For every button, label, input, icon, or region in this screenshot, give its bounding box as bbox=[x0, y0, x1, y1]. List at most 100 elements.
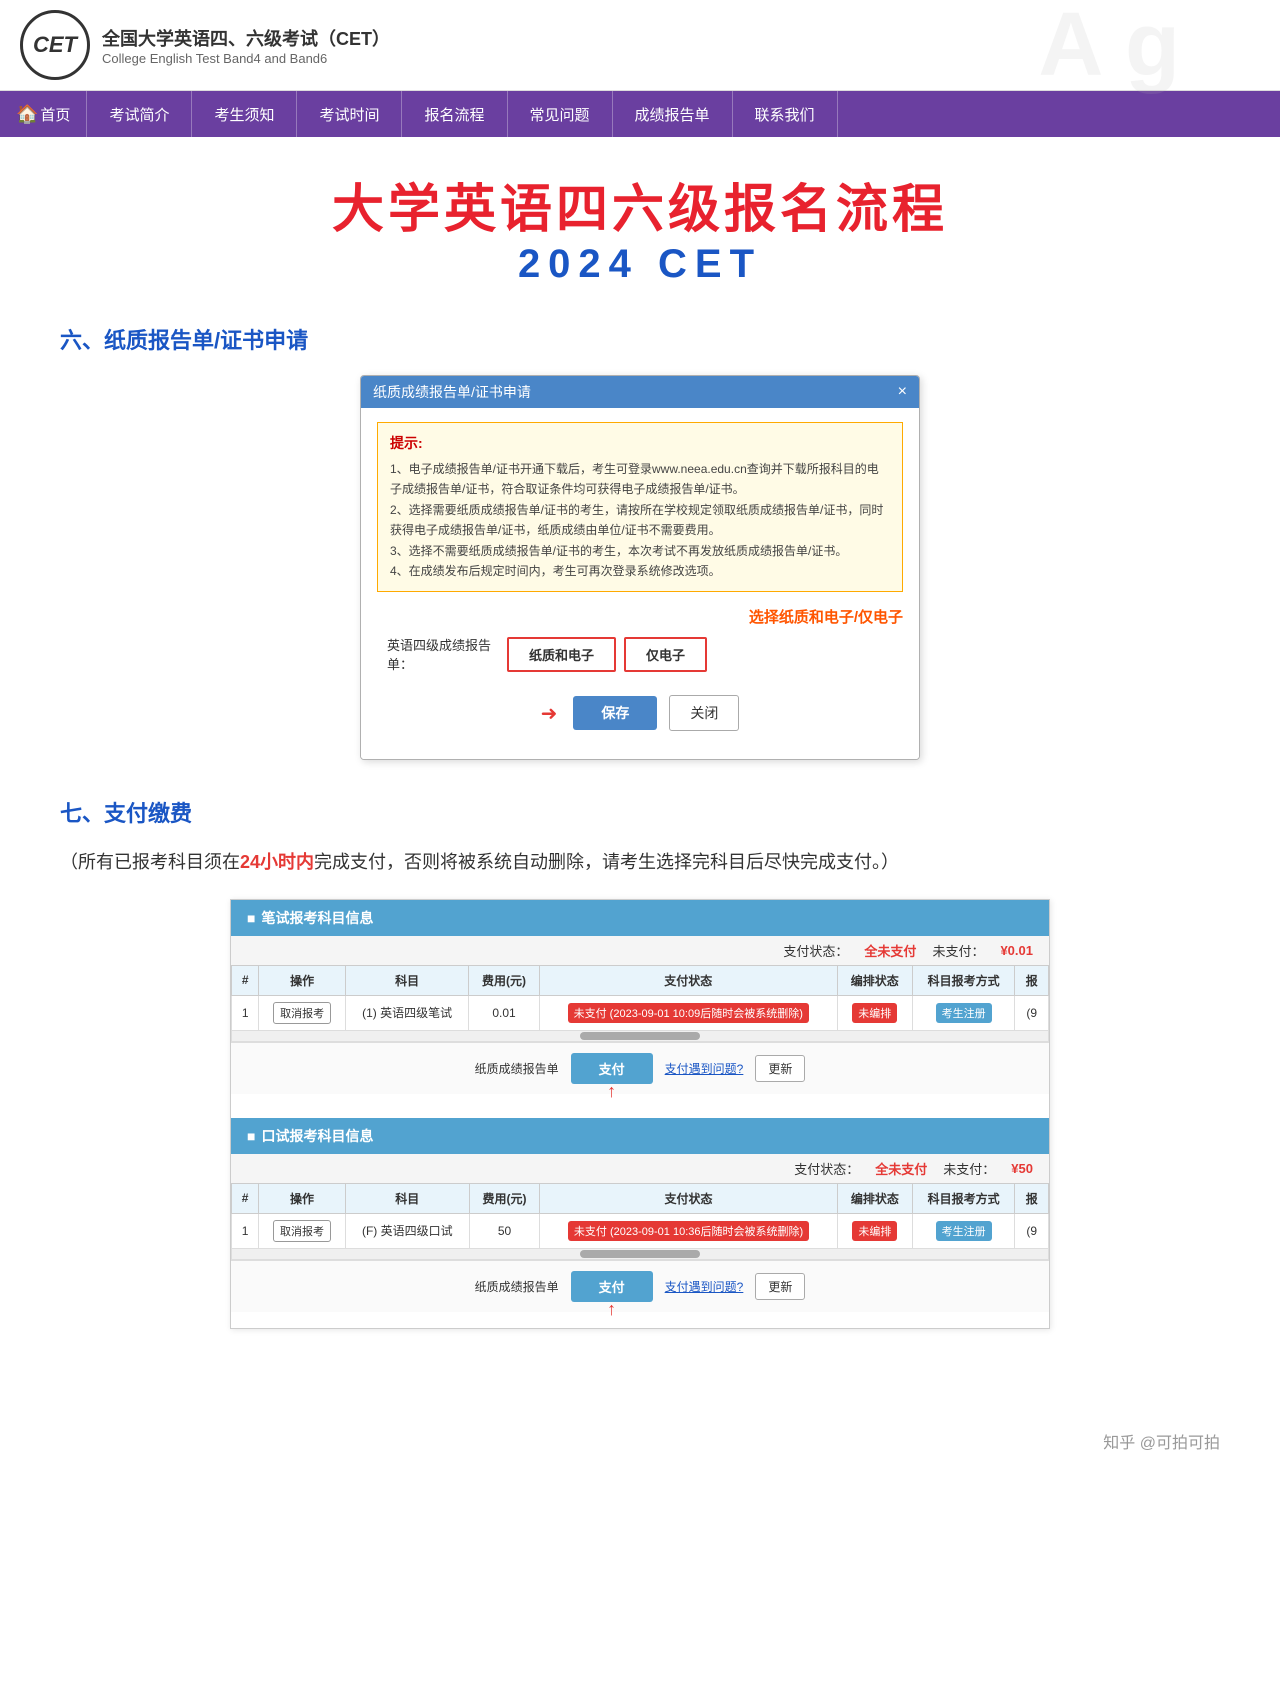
logo-circle: CET bbox=[20, 10, 90, 80]
oral-row-pay-status: 未支付 (2023-09-01 10:36后随时会被系统删除) bbox=[540, 1213, 838, 1248]
main-content: 大学英语四六级报名流程 2024 CET 六、纸质报告单/证书申请 纸质成绩报告… bbox=[0, 137, 1280, 1409]
unpaid-badge: 未支付 (2023-09-01 10:09后随时会被系统删除) bbox=[568, 1003, 809, 1023]
dialog-option-group: 纸质和电子 仅电子 bbox=[507, 637, 707, 672]
oral-col-subject: 科目 bbox=[345, 1183, 469, 1213]
close-button[interactable]: 关闭 bbox=[669, 695, 739, 731]
logo-box: CET 全国大学英语四、六级考试（CET） College English Te… bbox=[20, 10, 390, 80]
written-exam-table: # 操作 科目 费用(元) 支付状态 编排状态 科目报考方式 报 1 取消 bbox=[231, 965, 1049, 1042]
payment-highlight: 24小时内 bbox=[240, 852, 314, 872]
oral-cancel-button[interactable]: 取消报考 bbox=[273, 1220, 331, 1242]
written-pay-question-link[interactable]: 支付遇到问题? bbox=[665, 1060, 744, 1077]
nav-process-label: 报名流程 bbox=[424, 104, 484, 125]
row-pay-status: 未支付 (2023-09-01 10:09后随时会被系统删除) bbox=[539, 995, 837, 1030]
col-extra: 报 bbox=[1015, 965, 1049, 995]
header-text: 全国大学英语四、六级考试（CET） College English Test B… bbox=[102, 25, 390, 66]
credit-text: 知乎 @可拍可拍 bbox=[1103, 1429, 1220, 1453]
payment-desc-post: 完成支付，否则将被系统自动删除，请考生选择完科目后尽快完成支付。） bbox=[314, 852, 899, 872]
reg-type-badge: 考生注册 bbox=[936, 1003, 992, 1023]
row-subject: (1) 英语四级笔试 bbox=[345, 995, 468, 1030]
nav-contact-label: 联系我们 bbox=[755, 104, 815, 125]
oral-table-header-row: # 操作 科目 费用(元) 支付状态 编排状态 科目报考方式 报 bbox=[232, 1183, 1049, 1213]
oral-unpaid-label: 未支付： bbox=[943, 1159, 995, 1178]
written-status-all: 全未支付 bbox=[864, 941, 916, 960]
header-bg-decoration: A g bbox=[1038, 0, 1180, 91]
dialog-close-button[interactable]: × bbox=[898, 383, 907, 401]
nav-contact[interactable]: 联系我们 bbox=[733, 91, 838, 137]
written-action-label: 纸质成绩报告单 bbox=[475, 1060, 559, 1077]
oral-row-subject: (F) 英语四级口试 bbox=[345, 1213, 469, 1248]
oral-row-extra: (9 bbox=[1015, 1213, 1049, 1248]
written-action-row: 纸质成绩报告单 支付 ↑ 支付遇到问题? 更新 bbox=[231, 1042, 1049, 1094]
oral-status-label: 支付状态： bbox=[794, 1159, 859, 1178]
col-arrange: 编排状态 bbox=[837, 965, 912, 995]
oral-unpaid-badge: 未支付 (2023-09-01 10:36后随时会被系统删除) bbox=[568, 1221, 809, 1241]
dialog-titlebar: 纸质成绩报告单/证书申请 × bbox=[361, 376, 919, 408]
payment-description: （所有已报考科目须在24小时内完成支付，否则将被系统自动删除，请考生选择完科目后… bbox=[60, 846, 1220, 878]
oral-exam-table: # 操作 科目 费用(元) 支付状态 编排状态 科目报考方式 报 1 取消 bbox=[231, 1183, 1049, 1260]
dialog-form-row: 英语四级成绩报告单： 纸质和电子 仅电子 bbox=[377, 635, 903, 673]
payment-box: ■ 笔试报考科目信息 支付状态： 全未支付 未支付： ¥0.01 # 操作 科目… bbox=[230, 899, 1050, 1329]
oral-col-arrange: 编排状态 bbox=[837, 1183, 912, 1213]
oral-col-pay-status: 支付状态 bbox=[540, 1183, 838, 1213]
nav-intro[interactable]: 考试简介 bbox=[87, 91, 192, 137]
home-icon: 🏠 bbox=[16, 104, 38, 125]
row-arrange: 未编排 bbox=[837, 995, 912, 1030]
payment-desc-pre: （所有已报考科目须在 bbox=[60, 852, 240, 872]
written-pay-button[interactable]: 支付 bbox=[571, 1053, 653, 1084]
oral-unpaid-amount: ¥50 bbox=[1011, 1161, 1033, 1176]
row-fee: 0.01 bbox=[469, 995, 539, 1030]
table-row: 1 取消报考 (1) 英语四级笔试 0.01 未支付 (2023-09-01 1… bbox=[232, 995, 1049, 1030]
oral-scroll-bar-cell bbox=[232, 1248, 1049, 1259]
tip-2: 2、选择需要纸质成绩报告单/证书的考生，请按所在学校规定领取纸质成绩报告单/证书… bbox=[390, 500, 890, 541]
dialog-tips-title: 提示: bbox=[390, 433, 890, 453]
tip-1: 1、电子成绩报告单/证书开通下载后，考生可登录www.neea.edu.cn查询… bbox=[390, 459, 890, 500]
oral-col-num: # bbox=[232, 1183, 259, 1213]
row-op: 取消报考 bbox=[259, 995, 346, 1030]
arrow-icon: ➜ bbox=[541, 701, 558, 726]
save-button[interactable]: 保存 bbox=[573, 696, 657, 730]
written-status-label: 支付状态： bbox=[783, 941, 848, 960]
unarranged-badge: 未编排 bbox=[852, 1003, 897, 1023]
section6-dialog-container: 纸质成绩报告单/证书申请 × 提示: 1、电子成绩报告单/证书开通下载后，考生可… bbox=[60, 375, 1220, 760]
oral-update-button[interactable]: 更新 bbox=[755, 1273, 805, 1300]
oral-pay-question-link[interactable]: 支付遇到问题? bbox=[665, 1278, 744, 1295]
dialog-title: 纸质成绩报告单/证书申请 bbox=[373, 382, 531, 402]
payment-container: ■ 笔试报考科目信息 支付状态： 全未支付 未支付： ¥0.01 # 操作 科目… bbox=[60, 899, 1220, 1329]
dialog-tips-text: 1、电子成绩报告单/证书开通下载后，考生可登录www.neea.edu.cn查询… bbox=[390, 459, 890, 581]
oral-scroll-thumb bbox=[580, 1250, 700, 1258]
oral-row-reg-type: 考生注册 bbox=[912, 1213, 1015, 1248]
written-table-header-row: # 操作 科目 费用(元) 支付状态 编排状态 科目报考方式 报 bbox=[232, 965, 1049, 995]
oral-col-fee: 费用(元) bbox=[469, 1183, 539, 1213]
nav-home-label: 首页 bbox=[40, 104, 70, 125]
oral-row-fee: 50 bbox=[469, 1213, 539, 1248]
col-pay-status: 支付状态 bbox=[539, 965, 837, 995]
oral-table-row: 1 取消报考 (F) 英语四级口试 50 未支付 (2023-09-01 10:… bbox=[232, 1213, 1049, 1248]
dialog-form-label: 英语四级成绩报告单： bbox=[387, 635, 507, 673]
section6-heading: 六、纸质报告单/证书申请 bbox=[60, 323, 1220, 355]
tip-4: 4、在成绩发布后规定时间内，考生可再次登录系统修改选项。 bbox=[390, 561, 890, 581]
nav-home[interactable]: 🏠 首页 bbox=[0, 91, 87, 137]
written-update-button[interactable]: 更新 bbox=[755, 1055, 805, 1082]
nav-faq[interactable]: 常见问题 bbox=[508, 91, 613, 137]
oral-action-label: 纸质成绩报告单 bbox=[475, 1278, 559, 1295]
oral-status-all: 全未支付 bbox=[875, 1159, 927, 1178]
oral-pay-button[interactable]: 支付 bbox=[571, 1271, 653, 1302]
nav-notice[interactable]: 考生须知 bbox=[192, 91, 297, 137]
dialog-body: 提示: 1、电子成绩报告单/证书开通下载后，考生可登录www.neea.edu.… bbox=[361, 408, 919, 759]
option-paper-electronic[interactable]: 纸质和电子 bbox=[507, 637, 616, 672]
written-unpaid-label: 未支付： bbox=[932, 941, 984, 960]
header-title-cn: 全国大学英语四、六级考试（CET） bbox=[102, 25, 390, 51]
section7-heading: 七、支付缴费 bbox=[60, 796, 1220, 828]
nav-faq-label: 常见问题 bbox=[530, 104, 590, 125]
oral-col-op: 操作 bbox=[259, 1183, 345, 1213]
dialog-annotation: 选择纸质和电子/仅电子 bbox=[377, 606, 903, 627]
oral-reg-type-badge: 考生注册 bbox=[936, 1221, 992, 1241]
nav-report[interactable]: 成绩报告单 bbox=[613, 91, 733, 137]
cancel-button[interactable]: 取消报考 bbox=[273, 1002, 331, 1024]
nav-time[interactable]: 考试时间 bbox=[297, 91, 402, 137]
oral-action-row: 纸质成绩报告单 支付 ↑ 支付遇到问题? 更新 bbox=[231, 1260, 1049, 1312]
option-electronic-only[interactable]: 仅电子 bbox=[624, 637, 707, 672]
col-subject: 科目 bbox=[345, 965, 468, 995]
nav-process[interactable]: 报名流程 bbox=[402, 91, 507, 137]
written-table-header: ■ 笔试报考科目信息 bbox=[231, 900, 1049, 936]
